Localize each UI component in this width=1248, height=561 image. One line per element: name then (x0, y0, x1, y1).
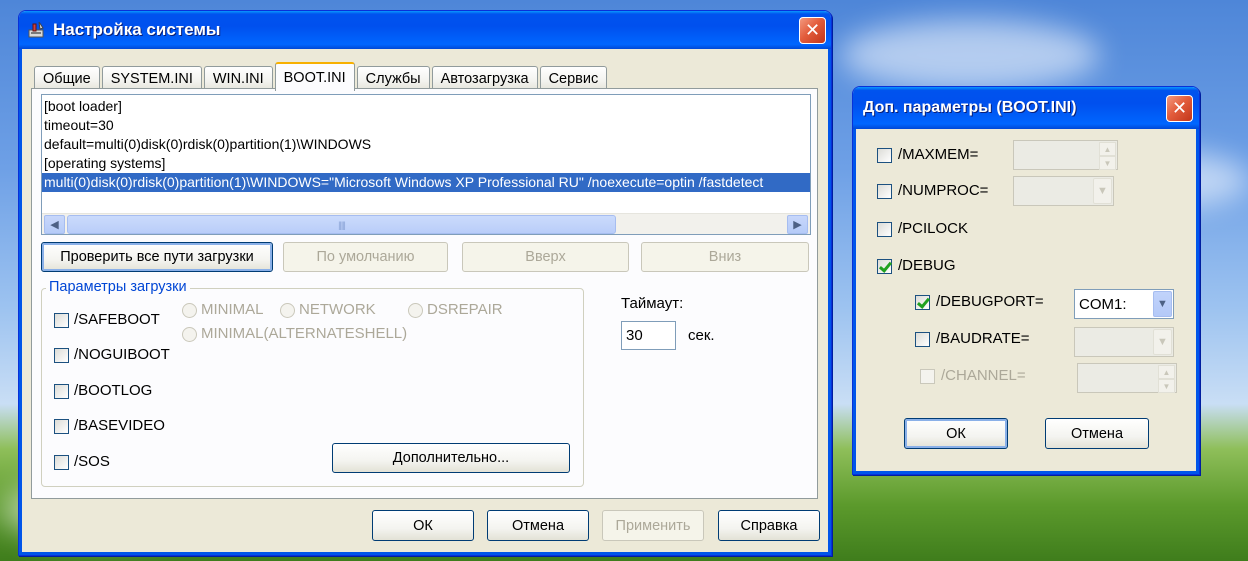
safeboot-checkbox[interactable] (54, 313, 69, 328)
tab-boot-ini[interactable]: BOOT.INI (274, 62, 355, 91)
scroll-right-arrow-icon[interactable]: ▶ (787, 215, 808, 234)
spin-down-icon[interactable]: ▼ (1099, 156, 1116, 170)
tab-tools[interactable]: Сервис (539, 66, 608, 90)
pcilock-checkbox[interactable] (877, 222, 892, 237)
boot-ini-line[interactable]: [boot loader] (42, 97, 810, 116)
sos-checkbox[interactable] (54, 455, 69, 470)
channel-label: /CHANNEL= (941, 367, 1026, 384)
debugport-label: /DEBUGPORT= (936, 293, 1044, 310)
tab-general[interactable]: Общие (34, 66, 100, 90)
help-button[interactable]: Справка (718, 510, 820, 541)
basevideo-label: /BASEVIDEO (74, 417, 165, 434)
dialog-cancel-button[interactable]: Отмена (1045, 418, 1149, 449)
advanced-dialog: Доп. параметры (BOOT.INI) ✕ /MAXMEM= ▲ ▼… (852, 86, 1200, 475)
spin-down-icon[interactable]: ▼ (1158, 379, 1175, 393)
tab-services[interactable]: Службы (356, 66, 430, 90)
move-up-button[interactable]: Вверх (462, 242, 629, 272)
boot-params-group-title: Параметры загрузки (46, 279, 190, 295)
close-button[interactable]: ✕ (799, 17, 826, 44)
dialog-ok-button[interactable]: ОК (904, 418, 1008, 449)
numproc-checkbox[interactable] (877, 184, 892, 199)
app-icon (27, 20, 47, 40)
baudrate-combo[interactable]: ▼ (1074, 327, 1174, 357)
debugport-combo[interactable]: COM1: ▼ (1074, 289, 1174, 319)
boot-ini-line[interactable]: timeout=30 (42, 116, 810, 135)
safeboot-label: /SAFEBOOT (74, 311, 160, 328)
altshell-radio[interactable] (182, 327, 197, 342)
minimal-radio[interactable] (182, 303, 197, 318)
apply-button[interactable]: Применить (602, 510, 704, 541)
msconfig-titlebar[interactable]: Настройка системы (19, 11, 831, 49)
dsrepair-label: DSREPAIR (427, 301, 503, 318)
timeout-label: Таймаут: (621, 295, 684, 312)
debugport-checkbox[interactable] (915, 295, 930, 310)
maxmem-checkbox[interactable] (877, 148, 892, 163)
timeout-unit: сек. (688, 327, 715, 344)
msconfig-window: Настройка системы ✕ Общие SYSTEM.INI WIN… (18, 10, 832, 556)
debug-label: /DEBUG (898, 257, 956, 274)
tab-system-ini[interactable]: SYSTEM.INI (101, 66, 202, 90)
desktop-cloud (840, 20, 1100, 90)
minimal-label: MINIMAL (201, 301, 264, 318)
numproc-combo[interactable]: ▼ (1013, 176, 1114, 206)
channel-checkbox[interactable] (920, 369, 935, 384)
tab-win-ini[interactable]: WIN.INI (203, 66, 273, 90)
tab-strip: Общие SYSTEM.INI WIN.INI BOOT.INI Службы… (34, 60, 609, 91)
numproc-label: /NUMPROC= (898, 182, 989, 199)
maxmem-input[interactable]: ▲ ▼ (1013, 140, 1118, 170)
baudrate-label: /BAUDRATE= (936, 330, 1030, 347)
sos-label: /SOS (74, 453, 110, 470)
dialog-titlebar[interactable]: Доп. параметры (BOOT.INI) (853, 87, 1199, 129)
dialog-frame-bottom (853, 471, 1199, 474)
timeout-input[interactable]: 30 (621, 321, 676, 350)
network-radio[interactable] (280, 303, 295, 318)
dialog-frame-right (1196, 129, 1199, 474)
bootlog-checkbox[interactable] (54, 384, 69, 399)
debug-checkbox[interactable] (877, 259, 892, 274)
chevron-down-icon[interactable]: ▼ (1153, 291, 1172, 317)
chevron-down-icon[interactable]: ▼ (1093, 178, 1112, 204)
default-button[interactable]: По умолчанию (283, 242, 448, 272)
ok-button[interactable]: ОК (372, 510, 474, 541)
advanced-button[interactable]: Дополнительно... (332, 443, 570, 473)
boot-ini-line[interactable]: [operating systems] (42, 154, 810, 173)
network-label: NETWORK (299, 301, 376, 318)
move-down-button[interactable]: Вниз (641, 242, 809, 272)
basevideo-checkbox[interactable] (54, 419, 69, 434)
boot-ini-panel: [boot loader] timeout=30 default=multi(0… (31, 88, 818, 499)
dsrepair-radio[interactable] (408, 303, 423, 318)
boot-ini-line-selected[interactable]: multi(0)disk(0)rdisk(0)partition(1)\WIND… (42, 173, 810, 192)
tab-startup[interactable]: Автозагрузка (431, 66, 538, 90)
noguiboot-checkbox[interactable] (54, 348, 69, 363)
window-frame-left (19, 49, 22, 555)
scroll-left-arrow-icon[interactable]: ◀ (44, 215, 65, 234)
altshell-label: MINIMAL(ALTERNATESHELL) (201, 325, 408, 342)
baudrate-checkbox[interactable] (915, 332, 930, 347)
dialog-title: Доп. параметры (BOOT.INI) (863, 99, 1077, 116)
pcilock-label: /PCILOCK (898, 220, 969, 237)
bootlog-label: /BOOTLOG (74, 382, 153, 399)
cancel-button[interactable]: Отмена (487, 510, 589, 541)
spin-up-icon[interactable]: ▲ (1158, 365, 1175, 379)
noguiboot-label: /NOGUIBOOT (74, 346, 170, 363)
chevron-down-icon[interactable]: ▼ (1153, 329, 1172, 355)
maxmem-label: /MAXMEM= (898, 146, 979, 163)
boot-ini-line[interactable]: default=multi(0)disk(0)rdisk(0)partition… (42, 135, 810, 154)
debugport-value: COM1: (1079, 295, 1127, 313)
spin-up-icon[interactable]: ▲ (1099, 142, 1116, 156)
scroll-thumb[interactable]: ||||| (67, 215, 616, 234)
horizontal-scrollbar[interactable]: ◀ ||||| ▶ (42, 213, 810, 234)
dialog-close-button[interactable]: ✕ (1166, 95, 1193, 122)
window-title: Настройка системы (53, 20, 221, 39)
window-frame-right (828, 49, 831, 555)
dialog-frame-left (853, 129, 856, 474)
boot-ini-text[interactable]: [boot loader] timeout=30 default=multi(0… (41, 94, 811, 235)
window-frame-bottom (19, 552, 831, 555)
check-all-paths-button[interactable]: Проверить все пути загрузки (41, 242, 273, 272)
channel-input[interactable]: ▲ ▼ (1077, 363, 1177, 393)
